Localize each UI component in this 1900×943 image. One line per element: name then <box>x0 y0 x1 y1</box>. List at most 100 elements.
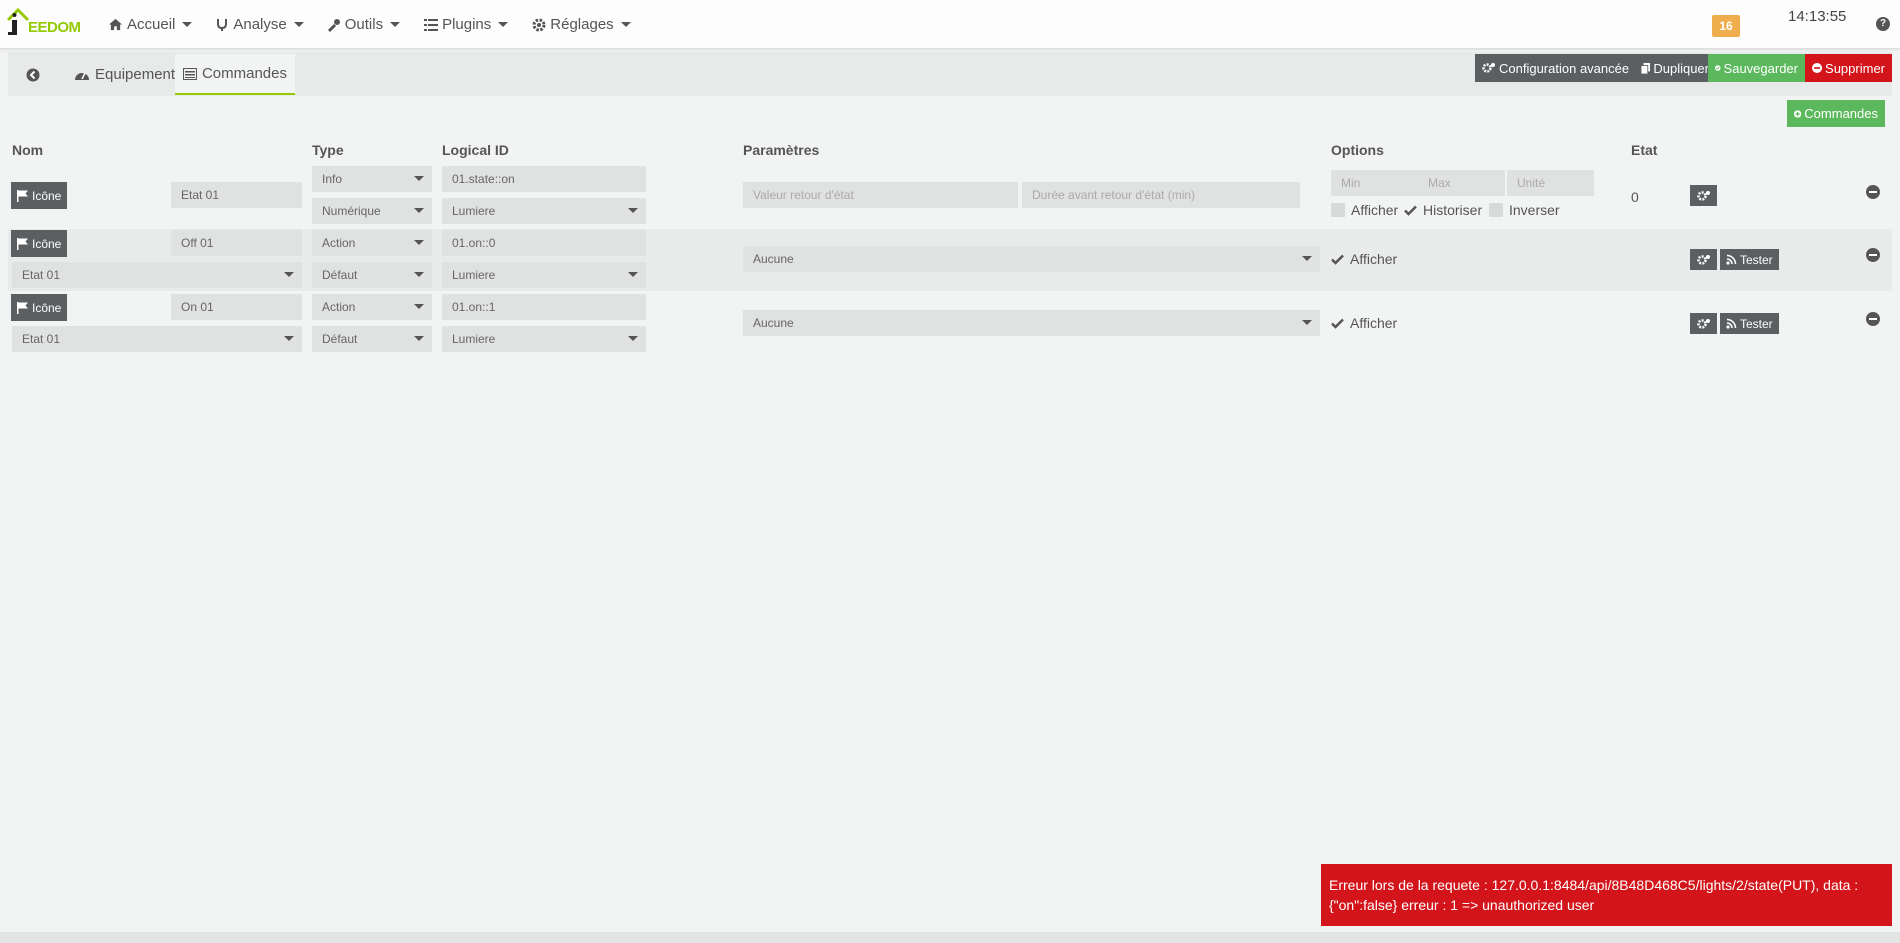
historiser-checkbox[interactable]: Historiser <box>1404 202 1482 218</box>
flag-icon <box>17 301 28 314</box>
error-line-1: Erreur lors de la requete : 127.0.0.1:84… <box>1329 877 1859 893</box>
remove-command-icon[interactable] <box>1866 185 1880 199</box>
afficher-checkbox[interactable]: Afficher <box>1331 202 1398 218</box>
navbar: EEDOM Accueil Analyse Outils Plugins Rég… <box>0 0 1900 49</box>
table-row: Icône Etat 01 Info Numérique 01.state::o… <box>8 165 1892 228</box>
logical-id-input[interactable]: 01.state::on <box>442 166 646 192</box>
afficher-label: Afficher <box>1351 202 1399 218</box>
duplicate-label: Dupliquer <box>1653 60 1709 76</box>
main-menu: Accueil Analyse Outils Plugins Réglages <box>96 0 643 49</box>
flag-icon <box>17 189 28 202</box>
header-options: Options <box>1331 142 1384 158</box>
table-row: Icône Off 01 Etat 01 Action Défaut 01.on… <box>8 229 1892 291</box>
tabs-bar: Equipement Commandes Configuration avanc… <box>8 52 1892 96</box>
cog-icon <box>532 18 546 31</box>
logical-id-input[interactable]: 01.on::0 <box>442 230 646 256</box>
min-input[interactable]: Min <box>1331 170 1418 196</box>
check-icon <box>1404 205 1417 216</box>
linked-info-select[interactable]: Etat 01 <box>12 262 302 288</box>
type-select[interactable]: Action <box>312 230 432 256</box>
subtype-select[interactable]: Défaut <box>312 326 432 352</box>
delete-button[interactable]: Supprimer <box>1805 54 1892 82</box>
menu-outils[interactable]: Outils <box>316 0 412 49</box>
add-command-button[interactable]: Commandes <box>1787 100 1885 127</box>
error-line-2: {"on":false} erreur : 1 => unauthorized … <box>1329 897 1595 913</box>
logical-id-input[interactable]: 01.on::1 <box>442 294 646 320</box>
choose-icon-label: Icône <box>32 300 62 315</box>
command-name-input[interactable]: Off 01 <box>171 230 302 256</box>
menu-analyse[interactable]: Analyse <box>204 0 315 49</box>
cogs-icon <box>1696 190 1710 201</box>
menu-outils-label: Outils <box>344 16 384 33</box>
tab-back[interactable] <box>18 54 53 95</box>
generic-type-select[interactable]: Lumiere <box>442 326 646 352</box>
test-command-button[interactable]: Tester <box>1720 313 1779 334</box>
header-type: Type <box>312 142 344 158</box>
parameter-select[interactable]: Aucune <box>743 310 1320 336</box>
command-config-button[interactable] <box>1690 313 1717 334</box>
menu-reglages-label: Réglages <box>550 16 614 33</box>
command-name-input[interactable]: Etat 01 <box>171 182 302 208</box>
help-icon[interactable]: ? <box>1876 17 1890 31</box>
header-logical-id: Logical ID <box>442 142 509 158</box>
menu-accueil-label: Accueil <box>127 16 176 33</box>
return-state-delay-input[interactable]: Durée avant retour d'état (min) <box>1022 182 1300 208</box>
inverser-label: Inverser <box>1509 202 1560 218</box>
type-select[interactable]: Info <box>312 166 432 192</box>
subtype-select[interactable]: Défaut <box>312 262 432 288</box>
parameter-select[interactable]: Aucune <box>743 246 1320 272</box>
advanced-config-button[interactable]: Configuration avancée <box>1475 54 1643 82</box>
duplicate-button[interactable]: Dupliquer <box>1634 54 1716 82</box>
table-row: Icône On 01 Etat 01 Action Défaut 01.on:… <box>8 293 1892 356</box>
minus-circle-icon <box>1812 62 1823 74</box>
unit-input[interactable]: Unité <box>1507 170 1594 196</box>
choose-icon-button[interactable]: Icône <box>11 182 68 209</box>
cogs-icon <box>1696 254 1710 265</box>
cogs-icon <box>1696 318 1710 329</box>
afficher-label: Afficher <box>1350 315 1398 331</box>
menu-accueil[interactable]: Accueil <box>96 0 204 49</box>
chevron-down-icon <box>498 22 509 27</box>
rss-icon <box>1726 318 1737 329</box>
checkbox-box <box>1331 203 1345 217</box>
historiser-label: Historiser <box>1423 202 1483 218</box>
command-config-button[interactable] <box>1690 185 1717 206</box>
generic-type-select[interactable]: Lumiere <box>442 262 646 288</box>
header-parametres: Paramètres <box>743 142 820 158</box>
list-icon <box>424 18 439 31</box>
afficher-checkbox[interactable]: Afficher <box>1331 315 1397 331</box>
error-notification[interactable]: Erreur lors de la requete : 127.0.0.1:84… <box>1321 864 1892 926</box>
return-state-value-input[interactable]: Valeur retour d'état <box>743 182 1018 208</box>
type-select[interactable]: Action <box>312 294 432 320</box>
tab-commandes[interactable]: Commandes <box>175 54 295 95</box>
home-icon <box>109 18 122 31</box>
copy-icon <box>1641 62 1651 74</box>
footer-bar <box>0 932 1900 943</box>
linked-info-select[interactable]: Etat 01 <box>12 326 302 352</box>
command-config-button[interactable] <box>1690 249 1717 270</box>
command-name-input[interactable]: On 01 <box>171 294 302 320</box>
generic-type-select[interactable]: Lumiere <box>442 198 646 224</box>
checkbox-box <box>1489 203 1503 217</box>
chevron-down-icon <box>620 22 631 27</box>
remove-command-icon[interactable] <box>1866 248 1880 262</box>
jeedom-logo[interactable]: EEDOM <box>6 6 81 40</box>
test-command-label: Tester <box>1740 316 1773 331</box>
arrow-circle-left-icon <box>26 68 40 81</box>
remove-command-icon[interactable] <box>1866 312 1880 326</box>
menu-plugins-label: Plugins <box>442 16 492 33</box>
max-input[interactable]: Max <box>1418 170 1505 196</box>
choose-icon-button[interactable]: Icône <box>11 230 68 257</box>
stethoscope-icon <box>217 18 228 31</box>
delete-label: Supprimer <box>1825 60 1885 76</box>
menu-plugins[interactable]: Plugins <box>412 0 520 49</box>
save-button[interactable]: Sauvegarder <box>1708 54 1805 82</box>
menu-reglages[interactable]: Réglages <box>520 0 642 49</box>
inverser-checkbox[interactable]: Inverser <box>1489 202 1560 218</box>
test-command-button[interactable]: Tester <box>1720 249 1779 270</box>
subtype-select[interactable]: Numérique <box>312 198 432 224</box>
afficher-checkbox[interactable]: Afficher <box>1331 251 1397 267</box>
choose-icon-button[interactable]: Icône <box>11 294 68 321</box>
tab-equipement[interactable]: Equipement <box>66 54 183 95</box>
message-count-badge[interactable]: 16 <box>1712 15 1740 37</box>
